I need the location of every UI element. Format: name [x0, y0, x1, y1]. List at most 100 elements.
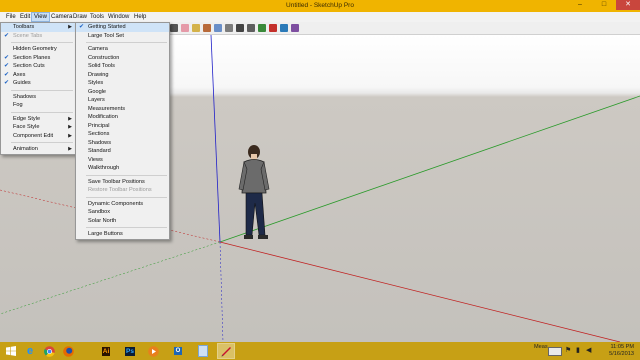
media-player-icon[interactable] — [145, 344, 161, 358]
checkmark-icon: ✔ — [4, 71, 10, 78]
toolbars-item-dynamic-components[interactable]: Dynamic Components — [76, 200, 169, 209]
submenu-arrow-icon: ▶ — [68, 115, 72, 122]
checkmark-icon: ✔ — [4, 32, 10, 39]
view-menu-item-guides[interactable]: ✔ Guides — [1, 79, 75, 88]
outlook-icon[interactable]: O — [170, 344, 186, 358]
windows-start-icon[interactable] — [3, 344, 19, 358]
empty-taskbar-slot[interactable] — [79, 344, 95, 358]
menu-separator — [86, 196, 167, 198]
checkmark-icon: ✔ — [4, 54, 10, 61]
menu-window[interactable]: Window — [106, 13, 131, 21]
view-menu-item-toolbars[interactable]: Toolbars ▶ — [1, 23, 75, 32]
add-location-icon[interactable] — [258, 24, 266, 32]
volume-icon[interactable]: ◀ — [586, 346, 591, 354]
toolbars-item-sandbox[interactable]: Sandbox — [76, 208, 169, 217]
view-menu-item-section-cuts[interactable]: ✔ Section Cuts — [1, 62, 75, 71]
toolbars-item-solar-north[interactable]: Solar North — [76, 217, 169, 226]
submenu-arrow-icon: ▶ — [68, 146, 72, 152]
push-pull-icon[interactable] — [203, 24, 211, 32]
toolbars-item-sections[interactable]: Sections — [76, 130, 169, 139]
illustrator-icon[interactable]: Ai — [98, 344, 114, 358]
tray-label: Meas — [534, 344, 548, 350]
green-axis — [219, 95, 640, 243]
toolbars-item-walkthrough[interactable]: Walkthrough — [76, 164, 169, 173]
menu-separator — [11, 111, 73, 113]
submenu-arrow-icon: ▶ — [68, 132, 72, 139]
paint-bucket-icon[interactable] — [192, 24, 200, 32]
toolbars-item-large-tool-set[interactable]: Large Tool Set — [76, 32, 169, 41]
checkmark-icon: ✔ — [4, 63, 10, 69]
maximize-button[interactable]: □ — [592, 0, 616, 10]
sketchup-icon[interactable] — [217, 343, 235, 359]
clock-date: 5/16/2013 — [609, 351, 634, 357]
minimize-button[interactable]: – — [568, 0, 592, 10]
toolbars-item-measurements[interactable]: Measurements — [76, 105, 169, 114]
menu-separator — [86, 227, 167, 228]
menu-separator — [11, 142, 73, 143]
toolbars-item-camera[interactable]: Camera — [76, 45, 169, 54]
toolbars-item-save-positions[interactable]: Save Toolbar Positions — [76, 178, 169, 187]
view-menu-item-edge-style[interactable]: Edge Style ▶ — [1, 115, 75, 124]
submenu-arrow-icon: ▶ — [68, 24, 72, 30]
photoshop-icon[interactable]: Ps — [122, 344, 138, 358]
menu-separator — [11, 89, 73, 91]
toolbars-item-styles[interactable]: Styles — [76, 79, 169, 88]
toolbars-item-views[interactable]: Views — [76, 156, 169, 165]
toolbars-item-restore-positions[interactable]: Restore Toolbar Positions — [76, 186, 169, 195]
blue-axis — [210, 35, 221, 243]
toolbars-item-getting-started[interactable]: ✔ Getting Started — [76, 23, 169, 32]
flag-icon[interactable]: ⚑ — [565, 346, 571, 354]
firefox-icon[interactable] — [60, 344, 76, 358]
toolbars-item-shadows[interactable]: Shadows — [76, 139, 169, 148]
menu-help[interactable]: Help — [132, 13, 148, 21]
toolbars-item-solid-tools[interactable]: Solid Tools — [76, 62, 169, 71]
toolbars-item-standard[interactable]: Standard — [76, 147, 169, 156]
view-menu-item-shadows[interactable]: Shadows — [1, 93, 75, 102]
pan-icon[interactable] — [225, 24, 233, 32]
toolbars-item-drawing[interactable]: Drawing — [76, 71, 169, 80]
menu-draw[interactable]: Draw — [71, 13, 89, 21]
view-menu-item-animation[interactable]: Animation ▶ — [1, 145, 75, 154]
close-button[interactable]: ✕ — [616, 0, 640, 10]
chrome-icon[interactable] — [41, 344, 57, 358]
internet-explorer-icon[interactable]: e — [22, 344, 38, 358]
select-icon[interactable] — [170, 24, 178, 32]
menu-separator — [86, 42, 167, 43]
menu-edit[interactable]: Edit — [18, 13, 32, 21]
view-menu-item-component-edit[interactable]: Component Edit ▶ — [1, 132, 75, 141]
extension-icon[interactable] — [291, 24, 299, 32]
menu-file[interactable]: File — [4, 13, 18, 21]
checkmark-icon: ✔ — [4, 80, 10, 86]
toolbars-item-modification[interactable]: Modification — [76, 113, 169, 122]
keyboard-icon[interactable] — [548, 347, 562, 356]
toolbars-item-principal[interactable]: Principal — [76, 122, 169, 131]
clock[interactable]: 11:05 PM 5/16/2013 — [609, 344, 634, 358]
zoom-extents-icon[interactable] — [247, 24, 255, 32]
blue-axis-negative — [219, 241, 224, 342]
toolbars-item-construction[interactable]: Construction — [76, 54, 169, 63]
green-axis-negative — [0, 241, 221, 315]
share-model-icon[interactable] — [280, 24, 288, 32]
menu-view[interactable]: View — [31, 12, 50, 22]
view-menu-item-face-style[interactable]: Face Style ▶ — [1, 123, 75, 132]
orbit-icon[interactable] — [214, 24, 222, 32]
zoom-icon[interactable] — [236, 24, 244, 32]
view-menu-item-axes[interactable]: ✔ Axes — [1, 71, 75, 80]
toolbars-item-large-buttons[interactable]: Large Buttons — [76, 230, 169, 239]
view-menu-item-scene-tabs[interactable]: ✔ Scene Tabs — [1, 32, 75, 41]
toolbars-item-layers[interactable]: Layers — [76, 96, 169, 105]
view-menu-dropdown: Toolbars ▶ ✔ Scene Tabs Hidden Geometry ✔ S… — [0, 22, 76, 155]
view-menu-item-hidden-geometry[interactable]: Hidden Geometry — [1, 45, 75, 54]
menu-separator — [11, 42, 73, 43]
warehouse-icon[interactable] — [269, 24, 277, 32]
eraser-icon[interactable] — [181, 24, 189, 32]
network-icon[interactable]: ▮ — [576, 346, 580, 354]
menu-tools[interactable]: Tools — [88, 13, 106, 21]
toolbars-submenu: ✔ Getting Started Large Tool Set Camera C… — [75, 22, 170, 240]
toolbars-item-google[interactable]: Google — [76, 88, 169, 97]
view-menu-item-section-planes[interactable]: ✔ Section Planes — [1, 54, 75, 63]
notepad-icon[interactable] — [195, 344, 211, 358]
red-axis — [219, 241, 621, 342]
view-menu-item-fog[interactable]: Fog — [1, 101, 75, 110]
title-bar: Untitled - SketchUp Pro – □ ✕ — [0, 0, 640, 12]
